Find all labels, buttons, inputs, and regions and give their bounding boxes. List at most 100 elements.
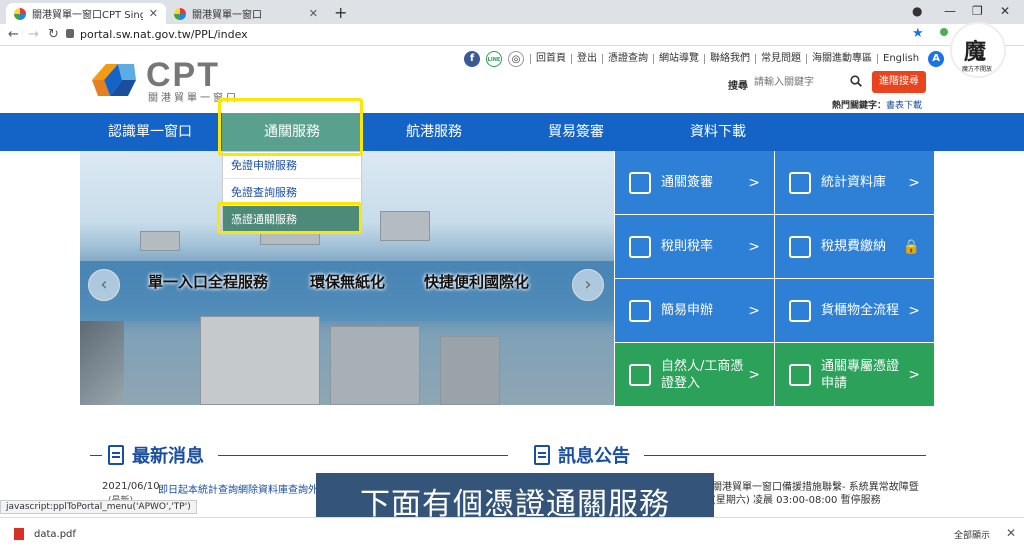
accessibility-badge-icon[interactable]: A xyxy=(928,51,945,67)
section-divider xyxy=(218,455,508,456)
url-field[interactable]: portal.sw.nat.gov.tw/PPL/index xyxy=(80,28,248,41)
chevron-right-icon: > xyxy=(908,302,920,319)
nav-download[interactable]: 資料下載 xyxy=(690,113,746,151)
search-icon[interactable] xyxy=(850,75,862,87)
download-bar: data.pdf 全部顯示 ✕ xyxy=(0,517,1024,550)
forward-icon[interactable]: → xyxy=(28,27,39,42)
news-link[interactable]: 即日起本統計查詢網除資料庫查詢外 xyxy=(158,481,318,496)
cpt-logo-icon[interactable] xyxy=(88,60,140,100)
nav-port-service[interactable]: 航港服務 xyxy=(406,113,462,151)
tile-label: 稅規費繳納 xyxy=(821,239,887,254)
tile-tariff-rates[interactable]: 稅則稅率 > xyxy=(615,215,774,278)
close-download-bar-icon[interactable]: ✕ xyxy=(1006,526,1016,540)
download-item[interactable]: data.pdf xyxy=(14,528,76,540)
link-cert-query[interactable]: 憑證查詢 xyxy=(602,54,653,64)
hero-prev-button[interactable]: ‹ xyxy=(88,269,120,301)
profile-icon[interactable]: ● xyxy=(912,4,922,18)
tile-label: 自然人/工商憑證登入 xyxy=(661,358,744,391)
back-icon[interactable]: ← xyxy=(8,27,19,42)
list-icon xyxy=(629,299,651,322)
tab-label: 關港貿單一窗口 xyxy=(192,10,262,21)
hot-keywords: 熱門關鍵字：書表下載 xyxy=(832,98,922,111)
line-icon[interactable]: LINE xyxy=(486,51,502,67)
payment-hand-icon xyxy=(789,235,811,258)
hero-text-3: 快捷便利國際化 xyxy=(424,273,530,291)
advanced-search-button[interactable]: 進階搜尋 xyxy=(872,71,926,93)
browser-tab-2[interactable]: 關港貿單一窗口 ✕ xyxy=(166,3,326,24)
chevron-right-icon: > xyxy=(748,366,760,383)
tile-label: 貨櫃物全流程 xyxy=(821,303,900,318)
search-label: 搜尋 xyxy=(728,81,748,92)
menu-item-nocert-apply[interactable]: 免證申辦服務 xyxy=(223,152,361,179)
close-window-icon[interactable]: ✕ xyxy=(1000,4,1010,18)
bookmark-star-icon[interactable]: ★ xyxy=(912,26,924,41)
hero-tower xyxy=(80,321,124,405)
id-card-icon xyxy=(629,363,651,386)
show-all-button[interactable]: 全部顯示 xyxy=(954,528,990,541)
link-customs-zone[interactable]: 海關進動專區 xyxy=(806,54,877,64)
tile-container-flow[interactable]: 貨櫃物全流程 > xyxy=(775,279,934,342)
chevron-right-icon: > xyxy=(748,238,760,255)
pdf-file-icon xyxy=(14,528,24,540)
hot-keyword-link[interactable]: 書表下載 xyxy=(886,101,922,111)
tile-cert-apply[interactable]: 通關專屬憑證申請 > xyxy=(775,343,934,406)
tab-label: 關港貿單一窗口CPT Single Win xyxy=(32,10,143,21)
news-title: 最新消息 xyxy=(108,442,204,468)
link-english[interactable]: English xyxy=(877,54,924,64)
hero-building xyxy=(140,231,180,251)
facebook-icon[interactable]: f xyxy=(464,51,480,67)
announcement-title: 訊息公告 xyxy=(534,442,630,468)
form-pen-icon xyxy=(629,171,651,194)
section-divider xyxy=(644,455,926,456)
tile-label: 統計資料庫 xyxy=(821,175,887,190)
chevron-right-icon: > xyxy=(908,366,920,383)
minimize-icon[interactable]: — xyxy=(944,4,956,18)
maximize-icon[interactable]: ❐ xyxy=(972,4,983,18)
main-nav: 認識單一窗口 通關服務 航港服務 貿易簽審 資料下載 xyxy=(0,113,1024,151)
link-faq[interactable]: 常見問題 xyxy=(755,54,806,64)
chevron-right-icon: > xyxy=(908,174,920,191)
close-tab-icon[interactable]: ✕ xyxy=(309,7,318,20)
tile-cert-login[interactable]: 自然人/工商憑證登入 > xyxy=(615,343,774,406)
link-sitemap[interactable]: 網站導覽 xyxy=(653,54,704,64)
tile-simple-apply[interactable]: 簡易申辦 > xyxy=(615,279,774,342)
tile-label: 通關專屬憑證申請 xyxy=(821,358,900,391)
lock-icon: 🔒 xyxy=(902,238,920,255)
tile-fee-payment[interactable]: 稅規費繳納 🔒 xyxy=(775,215,934,278)
extension-logo[interactable]: 魔 魔方不開放 xyxy=(950,22,1006,78)
section-divider xyxy=(90,455,102,456)
document-person-icon xyxy=(789,363,811,386)
browser-tabbar: 關港貿單一窗口CPT Single Win ✕ 關港貿單一窗口 ✕ + ● — … xyxy=(0,0,1024,24)
hero-next-button[interactable]: › xyxy=(572,269,604,301)
lock-icon xyxy=(66,29,74,38)
tile-label: 稅則稅率 xyxy=(661,239,714,254)
search-input[interactable] xyxy=(754,73,844,91)
hero-building xyxy=(440,336,500,405)
highlight-menu-box xyxy=(217,202,362,234)
tile-statistics[interactable]: 統計資料庫 > xyxy=(775,151,934,214)
hero-text-1: 單一入口全程服務 xyxy=(148,273,269,291)
link-contact[interactable]: 聯絡我們 xyxy=(704,54,755,64)
news-date: 2021/06/10 xyxy=(102,481,160,492)
nav-about[interactable]: 認識單一窗口 xyxy=(108,113,192,151)
new-tab-button[interactable]: + xyxy=(334,3,347,22)
status-bar: javascript:pplToPortal_menu('APWO','TP') xyxy=(0,500,197,514)
site-favicon-icon xyxy=(174,7,186,20)
tile-customs-review[interactable]: 通關簽審 > xyxy=(615,151,774,214)
link-logout[interactable]: 登出 xyxy=(571,54,602,64)
nav-trade-permit[interactable]: 貿易簽審 xyxy=(548,113,604,151)
podcast-icon[interactable]: ◎ xyxy=(508,51,524,67)
link-home[interactable]: 回首頁 xyxy=(530,54,571,64)
document-icon xyxy=(534,445,550,465)
browser-tab-1[interactable]: 關港貿單一窗口CPT Single Win ✕ xyxy=(6,3,166,24)
scale-icon xyxy=(629,235,651,258)
hero-building xyxy=(330,326,420,405)
top-links: f LINE ◎ 回首頁 登出 憑證查詢 網站導覽 聯絡我們 常見問題 海關進動… xyxy=(464,50,945,68)
chevron-right-icon: > xyxy=(748,174,760,191)
hot-keywords-label: 熱門關鍵字： xyxy=(832,101,887,111)
hero-building xyxy=(200,316,320,405)
reload-icon[interactable]: ↻ xyxy=(48,27,59,42)
announcement-link[interactable]: 關港貿單一窗口備援措施聯繫- 系統異常故障暨 (星期六) 凌晨 03:00-08… xyxy=(712,481,924,507)
close-tab-icon[interactable]: ✕ xyxy=(149,7,158,20)
document-icon xyxy=(108,445,124,465)
